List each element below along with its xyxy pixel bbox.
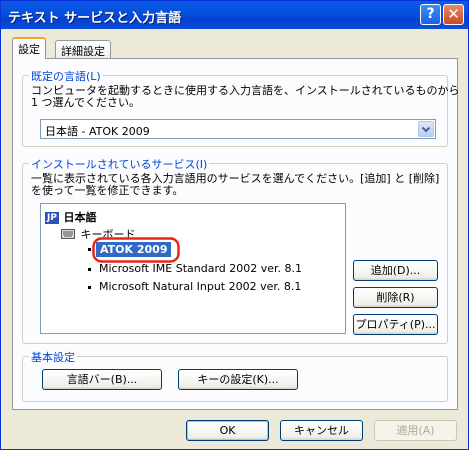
remove-button[interactable]: 削除(R) [353,287,438,308]
bullet-icon [88,268,91,271]
default-language-dropdown[interactable]: 日本語 - ATOK 2009 [40,119,436,139]
default-language-legend: 既定の言語(L) [29,68,103,84]
default-language-description-line2: 1 つ選んでください。 [31,96,140,109]
dialog-window: テキスト サービスと入力言語 ? ✕ 設定 詳細設定 既定の言語(L) コンピュ… [0,0,469,450]
cancel-button[interactable]: キャンセル [280,420,363,441]
basic-settings-legend: 基本設定 [29,349,77,365]
chevron-down-icon[interactable] [418,121,434,137]
language-bar-button[interactable]: 言語バー(B)... [42,369,162,390]
installed-services-legend: インストールされているサービス(I) [29,156,210,172]
close-button[interactable]: ✕ [443,4,464,25]
apply-button[interactable]: 適用(A) [374,420,457,441]
tree-node-language[interactable]: JP 日本語 [45,209,96,225]
settings-panel: 既定の言語(L) コンピュータを起動するときに使用する入力言語を、インストールさ… [12,58,459,410]
basic-settings-group: 基本設定 言語バー(B)... キーの設定(K)... [22,349,448,402]
services-tree[interactable]: JP 日本語 キーボード ATOK 2009 Microsoft IME Sta… [40,203,346,334]
language-badge: JP [45,212,59,224]
default-language-group: 既定の言語(L) コンピュータを起動するときに使用する入力言語を、インストールさ… [22,68,459,147]
highlight-circle-annotation [92,237,180,263]
properties-button[interactable]: プロパティ(P)... [353,314,438,335]
bullet-icon [88,286,91,289]
title-bar[interactable]: テキスト サービスと入力言語 ? ✕ [1,1,468,29]
tree-node-language-label: 日本語 [63,211,97,224]
installed-services-description-line2: を使って一覧を修正できます。 [31,184,184,197]
service-item-ime-standard[interactable]: Microsoft IME Standard 2002 ver. 8.1 [99,262,302,275]
key-settings-button[interactable]: キーの設定(K)... [178,369,298,390]
ok-button[interactable]: OK [186,420,269,441]
installed-services-group: インストールされているサービス(I) 一覧に表示されている各入力言語用のサービス… [22,156,448,344]
default-language-value: 日本語 - ATOK 2009 [45,125,150,138]
add-button[interactable]: 追加(D)... [353,260,438,281]
keyboard-icon [61,228,75,242]
tab-advanced-settings[interactable]: 詳細設定 [55,40,111,58]
window-title: テキスト サービスと入力言語 [8,11,182,26]
tab-settings[interactable]: 設定 [12,37,46,59]
bullet-icon [88,248,91,251]
service-item-natural-input[interactable]: Microsoft Natural Input 2002 ver. 8.1 [99,280,301,293]
help-button[interactable]: ? [420,4,441,25]
